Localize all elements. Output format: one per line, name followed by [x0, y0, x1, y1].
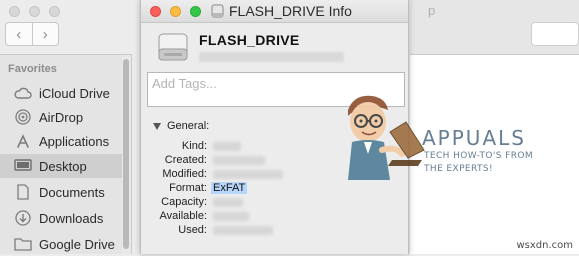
drive-small-icon: [211, 4, 224, 18]
downloads-icon: [13, 209, 33, 227]
window-title: FLASH_DRIVE Info: [211, 3, 352, 19]
general-section-toggle[interactable]: General:: [153, 120, 209, 132]
created-label: Created:: [164, 154, 207, 166]
minimize-button[interactable]: [170, 6, 181, 17]
redacted-created-value: [213, 156, 265, 165]
redacted-drive-details: [199, 52, 344, 62]
redacted-kind-value: [213, 142, 241, 151]
finder-zoom-button[interactable]: [49, 6, 60, 17]
sidebar-scrollbar[interactable]: [122, 55, 131, 254]
sidebar-item-label: Downloads: [39, 210, 104, 226]
finder-nav-buttons: ‹ ›: [5, 22, 59, 46]
forward-button[interactable]: ›: [33, 23, 59, 45]
sidebar-scroll-thumb[interactable]: [123, 59, 129, 249]
sidebar-item-applications[interactable]: Applications: [0, 129, 122, 153]
sidebar-item-google-drive[interactable]: Google Drive: [0, 232, 122, 256]
sidebar-item-label: Documents: [39, 184, 105, 200]
sidebar-item-airdrop[interactable]: AirDrop: [0, 105, 122, 129]
capacity-label: Capacity:: [161, 196, 207, 208]
sidebar-item-label: Google Drive: [39, 236, 115, 252]
redacted-used-value: [213, 226, 273, 235]
drive-name: FLASH_DRIVE: [199, 32, 300, 48]
cloud-icon: [13, 84, 33, 102]
applications-icon: [13, 132, 33, 150]
sidebar-item-label: Desktop: [39, 158, 87, 174]
close-button[interactable]: [150, 6, 161, 17]
info-window: FLASH_DRIVE Info FLASH_DRIVE Add Tags...…: [140, 0, 409, 254]
format-value[interactable]: ExFAT: [211, 182, 248, 194]
folder-icon: [13, 235, 33, 253]
finder-title-fragment: p: [428, 3, 436, 18]
general-section-label: General:: [167, 120, 210, 132]
redacted-available-value: [213, 212, 249, 221]
back-button[interactable]: ‹: [6, 23, 33, 45]
finder-content-area[interactable]: [410, 55, 579, 254]
redacted-modified-value: [213, 170, 283, 179]
finder-minimize-button[interactable]: [29, 6, 40, 17]
sidebar-item-label: Applications: [39, 133, 110, 149]
finder-close-button[interactable]: [9, 6, 20, 17]
desktop-icon: [13, 157, 33, 175]
used-label: Used:: [178, 224, 207, 236]
sidebar-item-label: iCloud Drive: [39, 85, 110, 101]
kind-label: Kind:: [181, 140, 207, 152]
disclosure-triangle-icon: [153, 122, 161, 130]
zoom-button[interactable]: [190, 6, 201, 17]
drive-icon: [158, 33, 188, 61]
airdrop-icon: [13, 108, 33, 126]
available-label: Available:: [159, 210, 208, 222]
sidebar-item-documents[interactable]: Documents: [0, 180, 122, 204]
tags-placeholder: Add Tags...: [152, 76, 217, 91]
tags-field[interactable]: Add Tags...: [147, 72, 405, 107]
sidebar-item-icloud-drive[interactable]: iCloud Drive: [0, 81, 122, 105]
redacted-capacity-value: [213, 198, 243, 207]
format-label: Format:: [169, 182, 207, 194]
favorites-heading: Favorites: [8, 63, 57, 75]
modified-label: Modified:: [162, 168, 207, 180]
finder-sidebar: Favorites iCloud Drive AirDrop Applicati…: [0, 55, 132, 254]
search-input[interactable]: [531, 22, 579, 46]
sidebar-item-label: AirDrop: [39, 109, 84, 125]
documents-icon: [13, 183, 33, 201]
window-title-text: FLASH_DRIVE Info: [229, 3, 352, 19]
sidebar-item-desktop[interactable]: Desktop: [0, 154, 122, 178]
sidebar-item-downloads[interactable]: Downloads: [0, 206, 122, 230]
info-titlebar[interactable]: FLASH_DRIVE Info: [141, 0, 408, 23]
